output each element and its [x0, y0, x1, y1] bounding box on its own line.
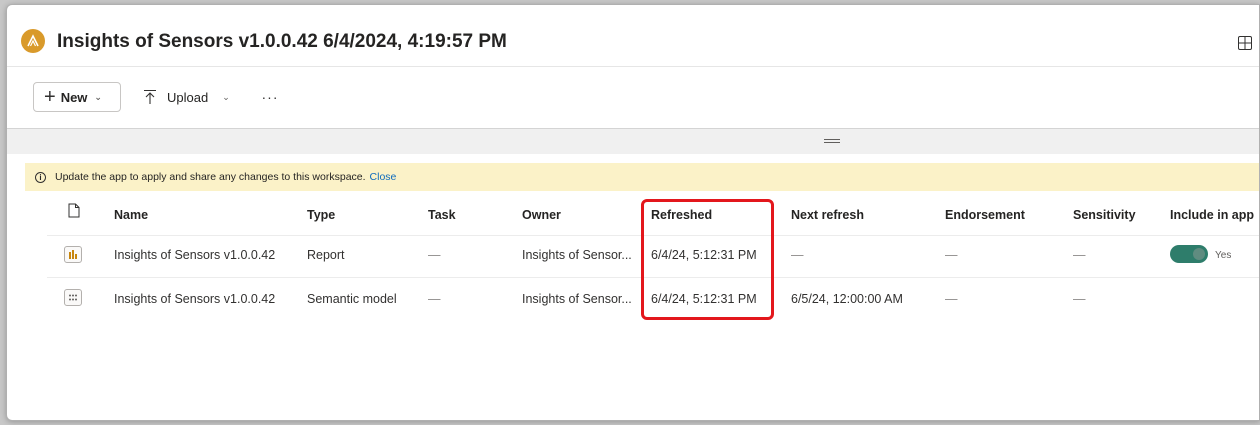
- column-header-endorsement[interactable]: Endorsement: [945, 208, 1025, 222]
- column-header-refreshed[interactable]: Refreshed: [651, 208, 712, 222]
- chevron-down-icon: ⌄: [94, 91, 102, 102]
- item-owner: Insights of Sensor...: [522, 248, 632, 262]
- info-icon: i: [35, 171, 46, 183]
- item-refreshed: 6/4/24, 5:12:31 PM: [651, 292, 757, 306]
- semantic-model-icon: [64, 289, 82, 306]
- item-endorsement: —: [945, 292, 958, 306]
- upload-button-label: Upload: [167, 89, 209, 105]
- row-divider: [47, 277, 1259, 278]
- item-task: —: [428, 292, 441, 306]
- upload-button[interactable]: Upload ⌄: [143, 84, 230, 110]
- item-sensitivity: —: [1073, 248, 1086, 262]
- include-in-app-toggle[interactable]: [1170, 245, 1208, 263]
- column-header-include-in-app[interactable]: Include in app: [1170, 208, 1254, 222]
- new-button-label: New: [60, 89, 88, 105]
- column-header-name[interactable]: Name: [114, 208, 148, 222]
- item-task: —: [428, 248, 441, 262]
- item-refreshed: 6/4/24, 5:12:31 PM: [651, 248, 757, 262]
- banner-close-link[interactable]: Close: [370, 171, 397, 183]
- include-in-app-label: Yes: [1215, 250, 1232, 261]
- chevron-down-icon: ⌄: [222, 91, 230, 102]
- plus-icon: +: [44, 86, 56, 108]
- item-next-refresh: 6/5/24, 12:00:00 AM: [791, 292, 903, 306]
- upload-icon: [144, 89, 156, 104]
- title-bar: Insights of Sensors v1.0.0.42 6/4/2024, …: [7, 5, 1259, 67]
- banner-message: Update the app to apply and share any ch…: [55, 171, 366, 183]
- update-app-banner: i Update the app to apply and share any …: [25, 163, 1259, 191]
- more-options-button[interactable]: ···: [259, 84, 281, 110]
- report-icon: [64, 246, 82, 263]
- item-sensitivity: —: [1073, 292, 1086, 306]
- item-endorsement: —: [945, 248, 958, 262]
- item-owner: Insights of Sensor...: [522, 292, 632, 306]
- item-type: Report: [307, 248, 345, 262]
- workspace-settings-icon[interactable]: [1237, 35, 1253, 51]
- workspace-window: Insights of Sensors v1.0.0.42 6/4/2024, …: [6, 4, 1260, 421]
- column-header-owner[interactable]: Owner: [522, 208, 561, 222]
- item-next-refresh: —: [791, 248, 804, 262]
- file-type-icon: [68, 203, 80, 218]
- workspace-logo-icon: [21, 29, 45, 53]
- column-header-next-refresh[interactable]: Next refresh: [791, 208, 864, 222]
- new-button[interactable]: + New ⌄: [33, 82, 121, 112]
- item-name-link[interactable]: Insights of Sensors v1.0.0.42: [114, 292, 275, 306]
- item-type: Semantic model: [307, 292, 397, 306]
- pane-splitter[interactable]: [7, 129, 1259, 154]
- column-header-task[interactable]: Task: [428, 208, 456, 222]
- page-title: Insights of Sensors v1.0.0.42 6/4/2024, …: [57, 31, 507, 52]
- column-header-sensitivity[interactable]: Sensitivity: [1073, 208, 1136, 222]
- item-name-link[interactable]: Insights of Sensors v1.0.0.42: [114, 248, 275, 262]
- drag-handle-icon[interactable]: [824, 139, 840, 144]
- row-divider: [47, 235, 1259, 236]
- command-bar: + New ⌄ Upload ⌄ ···: [7, 67, 1259, 129]
- column-header-type[interactable]: Type: [307, 208, 335, 222]
